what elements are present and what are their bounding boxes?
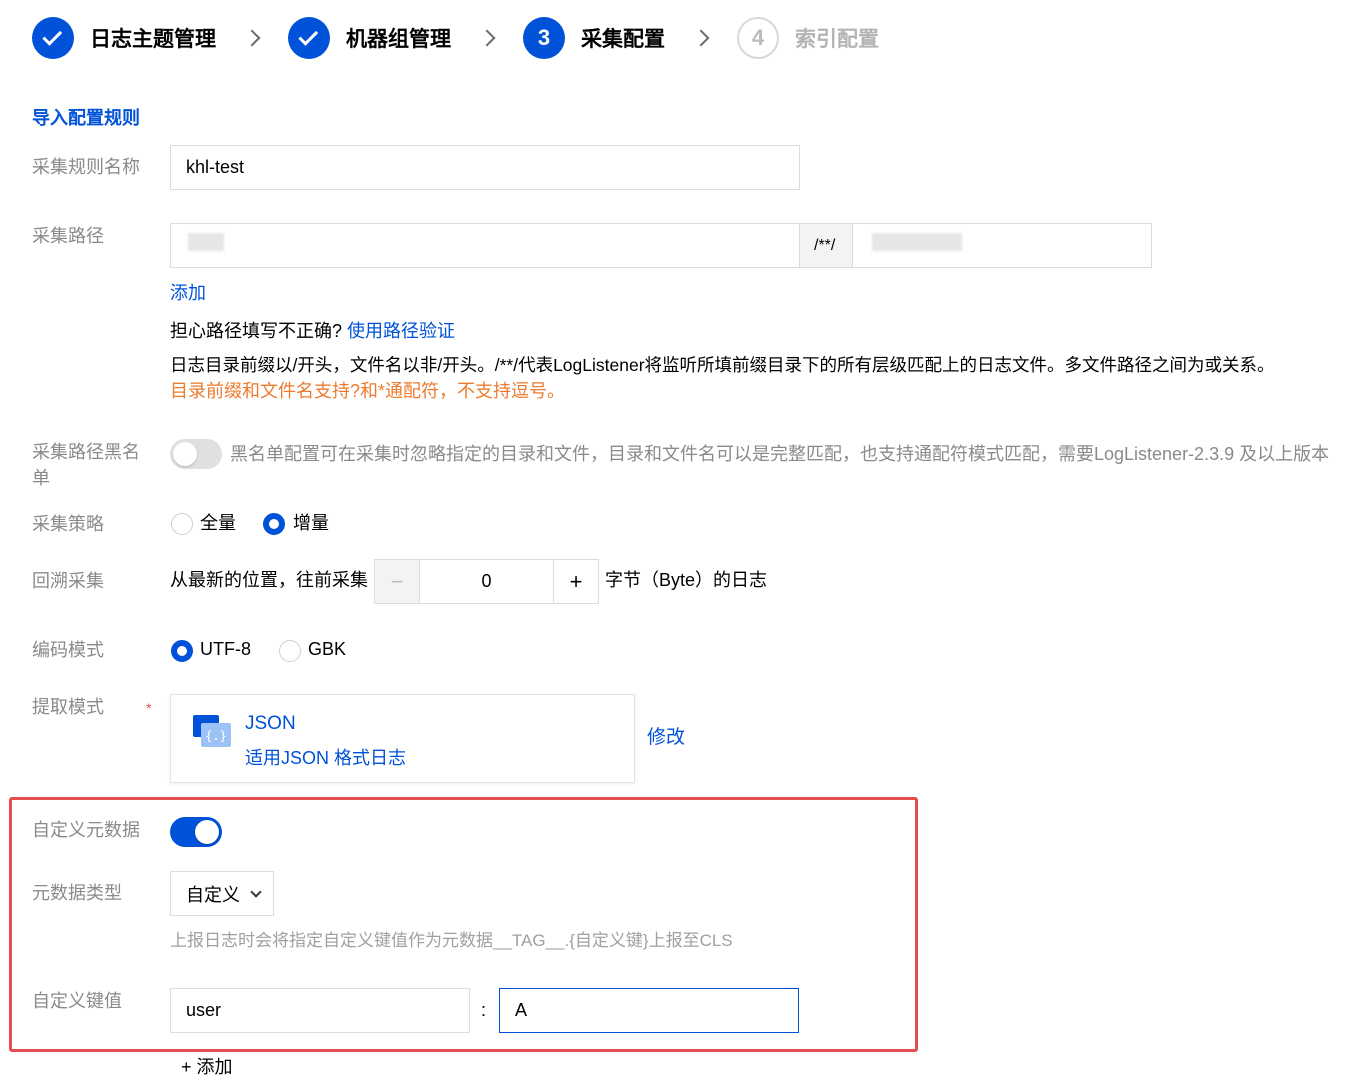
backtrack-prefix: 从最新的位置，往前采集 (170, 570, 368, 590)
step-label: 日志主题管理 (90, 28, 216, 51)
extract-label: 提取模式 (32, 697, 104, 717)
redacted-filename (872, 233, 962, 251)
meta-type-label: 元数据类型 (32, 883, 122, 903)
meta-type-select[interactable]: 自定义 (170, 871, 274, 916)
svg-text:{.}: {.} (205, 729, 227, 743)
step-collection-config[interactable]: 3 采集配置 (523, 17, 665, 59)
chevron-right-icon (232, 29, 272, 47)
path-hint: 日志目录前缀以/开头，文件名以非/开头。/**/代表LogListener将监听… (170, 355, 1275, 375)
encoding-label: 编码模式 (32, 640, 104, 660)
kv-colon: : (481, 1000, 487, 1020)
backtrack-stepper: − 0 + (374, 559, 599, 604)
path-warning: 目录前缀和文件名支持?和*通配符，不支持逗号。 (170, 381, 566, 401)
increment-button[interactable]: + (553, 560, 598, 603)
blacklist-desc: 黑名单配置可在采集时忽略指定的目录和文件，目录和文件名可以是完整匹配，也支持通配… (230, 444, 1330, 464)
step-number: 4 (737, 17, 779, 59)
chevron-right-icon (467, 29, 507, 47)
encoding-gbk-radio[interactable] (279, 640, 301, 662)
strategy-full-radio[interactable] (171, 513, 193, 535)
rule-name-label: 采集规则名称 (32, 157, 140, 177)
backtrack-suffix: 字节（Byte）的日志 (605, 570, 768, 590)
step-done-icon (288, 17, 330, 59)
extract-mode-desc: 适用JSON 格式日志 (245, 748, 407, 768)
add-kv-button[interactable]: + 添加 (181, 1054, 233, 1077)
step-number: 3 (523, 17, 565, 59)
meta-type-hint: 上报日志时会将指定自定义键值作为元数据__TAG__.{自定义键}上报至CLS (170, 931, 733, 950)
blacklist-toggle[interactable] (170, 439, 222, 469)
strategy-incremental-label: 增量 (293, 513, 329, 533)
required-mark: * (146, 700, 152, 716)
blacklist-label: 采集路径黑名 单 (32, 442, 140, 488)
custom-value-input[interactable]: A (499, 988, 799, 1033)
step-done-icon (32, 17, 74, 59)
path-verify-link[interactable]: 使用路径验证 (347, 321, 455, 341)
backtrack-value-input[interactable]: 0 (420, 560, 553, 603)
decrement-button[interactable]: − (375, 560, 420, 603)
extract-mode-card: {.} JSON 适用JSON 格式日志 (170, 694, 635, 783)
chevron-right-icon (681, 29, 721, 47)
add-path-link[interactable]: 添加 (170, 280, 206, 306)
import-rules-link[interactable]: 导入配置规则 (32, 104, 140, 130)
step-label: 索引配置 (795, 28, 879, 51)
chevron-down-icon (250, 885, 262, 898)
step-topic-management[interactable]: 日志主题管理 (32, 17, 216, 59)
strategy-label: 采集策略 (32, 514, 104, 534)
path-verify-row: 担心路径填写不正确? 使用路径验证 (170, 321, 456, 341)
custom-kv-label: 自定义键值 (32, 991, 122, 1011)
step-label: 机器组管理 (346, 28, 451, 51)
extract-mode-title: JSON (245, 713, 296, 734)
step-label: 采集配置 (581, 28, 665, 51)
encoding-gbk-label: GBK (308, 639, 347, 659)
strategy-full-label: 全量 (200, 513, 236, 533)
custom-meta-label: 自定义元数据 (32, 820, 140, 840)
path-separator: /**/ (799, 223, 853, 268)
step-machine-group[interactable]: 机器组管理 (288, 17, 451, 59)
modify-extract-link[interactable]: 修改 (647, 725, 685, 751)
rule-name-value: khl-test (186, 157, 245, 177)
steps-bar: 日志主题管理 机器组管理 3 采集配置 4 索引配置 (32, 16, 879, 60)
encoding-utf8-radio[interactable] (171, 640, 193, 662)
custom-key-input[interactable]: user (170, 988, 470, 1033)
path-prefix-input[interactable] (170, 223, 800, 268)
path-label: 采集路径 (32, 226, 104, 246)
redacted-path-prefix (188, 233, 224, 251)
strategy-incremental-radio[interactable] (263, 513, 285, 535)
custom-meta-toggle[interactable] (170, 817, 222, 847)
rule-name-input[interactable]: khl-test (170, 145, 800, 190)
step-index-config: 4 索引配置 (737, 17, 879, 59)
encoding-utf8-label: UTF-8 (200, 639, 251, 659)
backtrack-label: 回溯采集 (32, 571, 104, 591)
json-icon: {.} (193, 715, 231, 747)
